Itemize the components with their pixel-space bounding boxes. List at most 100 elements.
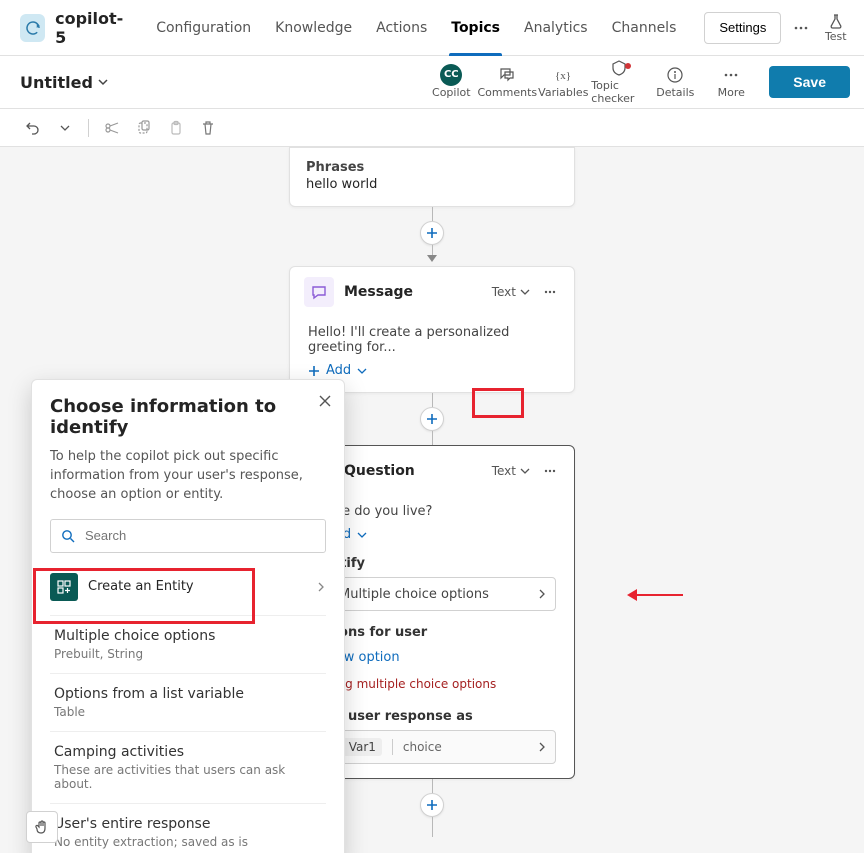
test-label: Test xyxy=(825,30,847,43)
message-node-icon xyxy=(304,277,334,307)
trigger-label: Phrases xyxy=(306,160,558,175)
nav-tabs: Configuration Knowledge Actions Topics A… xyxy=(144,0,688,56)
arrow-down-icon xyxy=(427,255,437,262)
message-node-title: Message xyxy=(344,284,482,300)
chevron-down-icon xyxy=(357,366,367,376)
message-node-more[interactable] xyxy=(540,285,560,299)
copilot-logo-icon xyxy=(24,19,42,37)
top-header: copilot-5 Configuration Knowledge Action… xyxy=(0,0,864,56)
close-button[interactable] xyxy=(318,394,332,408)
second-bar: Untitled CC Copilot Comments {x} Variabl… xyxy=(0,56,864,109)
more-tools-button[interactable]: More xyxy=(703,59,759,105)
nav-tab-topics[interactable]: Topics xyxy=(439,0,512,56)
brand-name: copilot-5 xyxy=(55,9,126,47)
more-horizontal-icon xyxy=(722,66,740,84)
settings-button[interactable]: Settings xyxy=(704,12,781,44)
chevron-right-icon xyxy=(316,582,326,592)
new-option-button[interactable]: New option xyxy=(308,650,556,665)
variables-button[interactable]: {x} Variables xyxy=(535,59,591,105)
copilot-avatar-icon: CC xyxy=(440,64,462,86)
question-prompt: Where do you live? xyxy=(308,504,556,519)
add-node-button-3[interactable] xyxy=(420,793,444,817)
save-button[interactable]: Save xyxy=(769,66,850,98)
comments-icon xyxy=(498,66,516,84)
topic-checker-button[interactable]: Topic checker xyxy=(591,59,647,105)
editor-toolbar xyxy=(0,109,864,147)
identify-value: Multiple choice options xyxy=(339,587,529,602)
copilot-button[interactable]: CC Copilot xyxy=(423,59,479,105)
authoring-canvas[interactable]: Phrases hello world Message Text xyxy=(0,147,864,853)
popup-description: To help the copilot pick out specific in… xyxy=(50,448,326,505)
chevron-down-icon xyxy=(357,530,367,540)
copy-button[interactable] xyxy=(131,115,157,141)
chevron-down-icon xyxy=(97,76,109,88)
delete-button[interactable] xyxy=(195,115,221,141)
details-button[interactable]: Details xyxy=(647,59,703,105)
copilot-label: Copilot xyxy=(432,86,471,99)
save-response-label: Save user response as xyxy=(308,709,556,724)
comments-label: Comments xyxy=(477,86,537,99)
nav-tab-channels[interactable]: Channels xyxy=(600,0,689,56)
details-label: Details xyxy=(656,86,694,99)
variable-picker[interactable]: {x} Var1 choice xyxy=(308,730,556,764)
plus-icon xyxy=(426,413,438,425)
entity-option-list-variable[interactable]: Options from a list variable Table xyxy=(50,673,326,731)
message-add-variation[interactable]: Add xyxy=(308,363,556,378)
identify-label: Identify xyxy=(308,556,556,571)
pan-mode-button[interactable] xyxy=(26,811,58,843)
question-type-dropdown[interactable]: Text xyxy=(492,464,530,478)
undo-button[interactable] xyxy=(20,115,46,141)
more-horizontal-icon xyxy=(543,285,557,299)
search-icon xyxy=(61,529,75,543)
cut-button[interactable] xyxy=(99,115,125,141)
more-label: More xyxy=(718,86,745,99)
question-node-more[interactable] xyxy=(540,464,560,478)
chevron-right-icon xyxy=(537,742,547,752)
add-node-button[interactable] xyxy=(420,221,444,245)
hand-icon xyxy=(34,819,50,835)
identify-picker[interactable]: Multiple choice options xyxy=(308,577,556,611)
chevron-down-icon xyxy=(60,123,70,133)
info-icon xyxy=(666,66,684,84)
entity-option-multiple-choice[interactable]: Multiple choice options Prebuilt, String xyxy=(50,615,326,673)
nav-tab-actions[interactable]: Actions xyxy=(364,0,439,56)
chevron-down-icon xyxy=(520,466,530,476)
options-label: Options for user xyxy=(308,625,556,640)
entity-search-input[interactable] xyxy=(83,527,315,544)
add-node-button-2[interactable] xyxy=(420,407,444,431)
clipboard-icon xyxy=(168,120,184,136)
create-entity-button[interactable]: Create an Entity xyxy=(50,567,326,607)
more-header-button[interactable] xyxy=(789,11,813,45)
entity-option-list: Multiple choice options Prebuilt, String… xyxy=(50,615,326,853)
more-horizontal-icon xyxy=(793,20,809,36)
paste-button[interactable] xyxy=(163,115,189,141)
entity-search-box[interactable] xyxy=(50,519,326,553)
question-add-variation[interactable]: Add xyxy=(308,527,556,542)
nav-tab-configuration[interactable]: Configuration xyxy=(144,0,263,56)
topic-checker-label: Topic checker xyxy=(591,79,647,105)
nav-tab-analytics[interactable]: Analytics xyxy=(512,0,600,56)
plus-icon xyxy=(426,799,438,811)
brand: copilot-5 xyxy=(20,9,136,47)
message-node[interactable]: Message Text Hello! I'll create a person… xyxy=(289,266,575,393)
missing-options-error: Missing multiple choice options xyxy=(308,677,556,691)
annotation-arrow xyxy=(635,594,683,596)
nav-tab-knowledge[interactable]: Knowledge xyxy=(263,0,364,56)
test-button[interactable]: Test xyxy=(822,8,850,48)
beaker-icon xyxy=(828,13,844,29)
undo-history-button[interactable] xyxy=(52,115,78,141)
scissors-icon xyxy=(104,120,120,136)
alert-dot-icon xyxy=(625,63,631,69)
trigger-node[interactable]: Phrases hello world xyxy=(289,147,575,207)
undo-icon xyxy=(25,120,41,136)
entity-option-camping-activities[interactable]: Camping activities These are activities … xyxy=(50,731,326,803)
message-type-dropdown[interactable]: Text xyxy=(492,285,530,299)
comments-button[interactable]: Comments xyxy=(479,59,535,105)
chevron-right-icon xyxy=(537,589,547,599)
close-icon xyxy=(318,394,332,408)
trash-icon xyxy=(200,120,216,136)
variable-type: choice xyxy=(403,740,442,754)
plus-icon xyxy=(426,227,438,239)
topic-title-dropdown[interactable]: Untitled xyxy=(20,73,109,92)
entity-option-entire-response[interactable]: User's entire response No entity extract… xyxy=(50,803,326,853)
